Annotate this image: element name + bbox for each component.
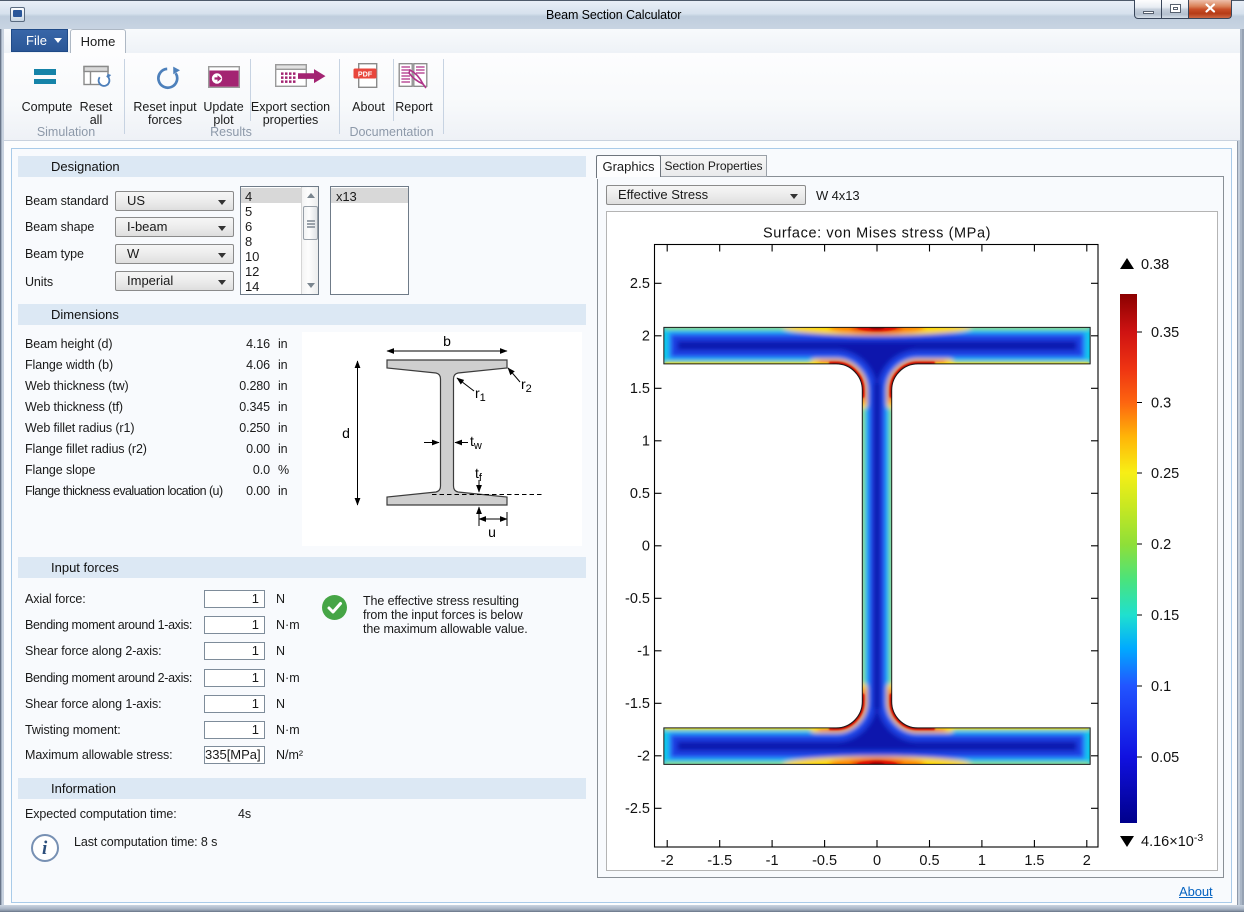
svg-text:tw: tw xyxy=(470,433,482,452)
svg-text:-1.5: -1.5 xyxy=(625,696,650,712)
svg-text:2: 2 xyxy=(1083,853,1091,869)
svg-text:-1.5: -1.5 xyxy=(707,853,732,869)
svg-text:-0.5: -0.5 xyxy=(812,853,837,869)
svg-text:0.1: 0.1 xyxy=(1151,679,1171,695)
svg-text:1: 1 xyxy=(642,434,650,450)
svg-text:1.5: 1.5 xyxy=(1024,853,1044,869)
svg-text:0.35: 0.35 xyxy=(1151,325,1179,341)
svg-text:-0.5: -0.5 xyxy=(625,591,650,607)
svg-text:0.5: 0.5 xyxy=(919,853,939,869)
svg-text:-1: -1 xyxy=(766,853,779,869)
svg-text:0.38: 0.38 xyxy=(1141,257,1169,273)
svg-text:0.2: 0.2 xyxy=(1151,537,1171,553)
svg-text:Surface: von Mises stress (MPa: Surface: von Mises stress (MPa) xyxy=(763,226,991,242)
svg-text:1: 1 xyxy=(978,853,986,869)
svg-text:0.15: 0.15 xyxy=(1151,608,1179,624)
svg-text:0: 0 xyxy=(642,539,650,555)
svg-text:u: u xyxy=(488,524,496,540)
svg-text:-1: -1 xyxy=(637,644,650,660)
svg-text:1.5: 1.5 xyxy=(630,381,650,397)
svg-text:0.25: 0.25 xyxy=(1151,466,1179,482)
svg-text:b: b xyxy=(443,333,451,349)
svg-text:r1: r1 xyxy=(475,385,486,404)
svg-text:4.16×10-3: 4.16×10-3 xyxy=(1141,832,1203,850)
svg-text:PDF: PDF xyxy=(358,69,373,78)
svg-text:2.5: 2.5 xyxy=(630,276,650,292)
svg-text:d: d xyxy=(342,425,350,441)
svg-text:-2.5: -2.5 xyxy=(625,801,650,817)
svg-text:2: 2 xyxy=(642,329,650,345)
svg-text:-2: -2 xyxy=(661,853,674,869)
svg-text:r2: r2 xyxy=(521,376,532,395)
svg-text:0.3: 0.3 xyxy=(1151,395,1171,411)
svg-text:0.5: 0.5 xyxy=(630,486,650,502)
svg-text:0: 0 xyxy=(873,853,881,869)
svg-text:-2: -2 xyxy=(637,749,650,765)
svg-text:0.05: 0.05 xyxy=(1151,750,1179,766)
